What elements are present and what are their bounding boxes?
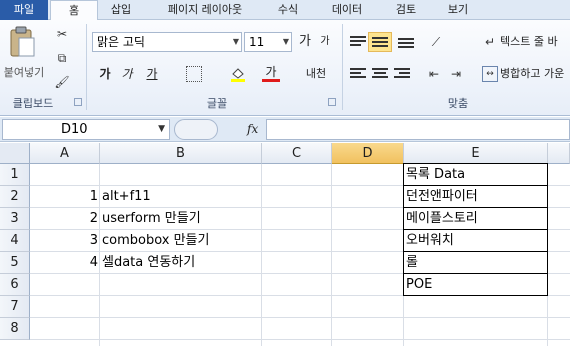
font-size-value: 11: [249, 35, 265, 49]
column-header-a[interactable]: A: [30, 143, 100, 164]
increase-indent-icon[interactable]: ⇥: [448, 66, 464, 82]
shrink-font-button[interactable]: 가: [316, 32, 334, 52]
tab-review[interactable]: 검토: [384, 0, 428, 20]
cell-a5[interactable]: 4: [30, 252, 100, 274]
tab-formulas[interactable]: 수식: [266, 0, 310, 20]
column-header-next[interactable]: [548, 143, 570, 164]
orientation-icon[interactable]: ⟋: [428, 34, 444, 50]
cell-a4[interactable]: 3: [30, 230, 100, 252]
font-size-combo[interactable]: 11 ▼: [244, 32, 292, 52]
italic-button[interactable]: 가: [118, 64, 136, 84]
row-header-4[interactable]: 4: [0, 230, 30, 252]
insert-function-button[interactable]: fx: [247, 119, 258, 140]
tab-page-layout[interactable]: 페이지 레이아웃: [150, 0, 260, 20]
row-header-2[interactable]: 2: [0, 186, 30, 208]
bold-button[interactable]: 가: [96, 64, 114, 84]
group-divider: [86, 24, 87, 110]
cell-a2[interactable]: 1: [30, 186, 100, 208]
copy-icon[interactable]: ⧉: [54, 50, 70, 66]
cell-b4[interactable]: combobox 만들기: [100, 230, 332, 252]
paste-label: 붙여넣기: [3, 66, 45, 79]
select-all-corner[interactable]: [0, 143, 30, 164]
name-box[interactable]: D10 ▼: [2, 119, 170, 140]
cut-icon[interactable]: ✂: [54, 26, 70, 42]
cell-border-e2: [403, 185, 548, 208]
clipboard-group-label: 클립보드: [12, 97, 54, 110]
cell-b5[interactable]: 셀data 연동하기: [100, 252, 332, 274]
font-group-label: 글꼴: [206, 97, 228, 110]
column-header-d[interactable]: D: [332, 143, 404, 164]
cell-border-e6: [403, 273, 548, 296]
clipboard-launcher-icon[interactable]: [74, 98, 82, 106]
align-right-icon[interactable]: [394, 68, 410, 82]
paste-icon: [10, 26, 35, 57]
row-header-7[interactable]: 7: [0, 296, 30, 318]
align-center-icon[interactable]: [372, 68, 388, 82]
formula-input[interactable]: [266, 119, 570, 140]
font-name-value: 맑은 고딕: [97, 35, 145, 49]
row-header-1[interactable]: 1: [0, 164, 30, 186]
decrease-indent-icon[interactable]: ⇤: [426, 66, 442, 82]
ribbon-tab-bar: 파일 홈 삽입 페이지 레이아웃 수식 데이터 검토 보기: [0, 0, 570, 21]
underline-button[interactable]: 가: [140, 64, 164, 84]
ribbon-home: 붙여넣기 ✂ ⧉ 🖌 클립보드 맑은 고딕 ▼ 11 ▼ 가 가 가 가 가 가…: [0, 20, 570, 116]
row-header-5[interactable]: 5: [0, 252, 30, 274]
merge-center-button[interactable]: 병합하고 가운: [500, 64, 570, 84]
gridline: [30, 317, 570, 318]
font-color-button[interactable]: 가: [262, 64, 280, 82]
grow-font-button[interactable]: 가: [296, 32, 314, 52]
tab-insert[interactable]: 삽입: [100, 0, 142, 20]
chevron-down-icon: ▼: [232, 37, 239, 46]
column-header-e[interactable]: E: [404, 143, 548, 164]
alignment-group-label: 맞춤: [447, 97, 469, 110]
merge-center-icon[interactable]: ↔: [482, 66, 498, 82]
row-header-8[interactable]: 8: [0, 318, 30, 340]
cell-b3[interactable]: userform 만들기: [100, 208, 332, 230]
cell-border-e1: [403, 163, 548, 186]
chevron-down-icon: ▼: [282, 37, 289, 46]
formula-buttons: [174, 119, 218, 140]
align-middle-button[interactable]: [368, 32, 392, 52]
align-bottom-icon[interactable]: [398, 38, 414, 52]
font-launcher-icon[interactable]: [328, 98, 336, 106]
name-box-value: D10: [61, 122, 88, 137]
align-middle-icon: [372, 37, 388, 51]
worksheet-grid[interactable]: A B C D E 1 목록 Data 2 1 alt+f11 던전앤파이터 3 2 userform 만…: [0, 143, 570, 346]
group-divider: [342, 24, 343, 110]
fill-color-icon[interactable]: [230, 66, 246, 82]
cell-border-e4: [403, 229, 548, 252]
font-name-combo[interactable]: 맑은 고딕 ▼: [92, 32, 242, 52]
column-header-c[interactable]: C: [262, 143, 332, 164]
align-top-icon[interactable]: [350, 36, 366, 50]
gridline: [30, 339, 570, 340]
cell-a3[interactable]: 2: [30, 208, 100, 230]
formula-bar: D10 ▼ fx: [0, 117, 570, 142]
tab-home[interactable]: 홈: [50, 0, 98, 21]
formula-controls: fx: [174, 119, 264, 140]
row-header-6[interactable]: 6: [0, 274, 30, 296]
tab-view[interactable]: 보기: [436, 0, 480, 20]
wrap-text-icon[interactable]: ↵: [482, 34, 498, 50]
cell-border-e3: [403, 207, 548, 230]
phonetic-button[interactable]: 내천: [302, 64, 330, 84]
wrap-text-button[interactable]: 텍스트 줄 바: [500, 32, 570, 52]
column-header-b[interactable]: B: [100, 143, 262, 164]
tab-file[interactable]: 파일: [0, 0, 48, 20]
row-header-3[interactable]: 3: [0, 208, 30, 230]
tab-data[interactable]: 데이터: [320, 0, 374, 20]
format-painter-icon[interactable]: 🖌: [54, 74, 70, 90]
borders-icon[interactable]: [186, 66, 202, 82]
align-left-icon[interactable]: [350, 68, 366, 82]
cell-border-e5: [403, 251, 548, 274]
paste-button[interactable]: 붙여넣기: [0, 22, 48, 90]
chevron-down-icon: ▼: [158, 124, 165, 134]
cell-b2[interactable]: alt+f11: [100, 186, 332, 208]
